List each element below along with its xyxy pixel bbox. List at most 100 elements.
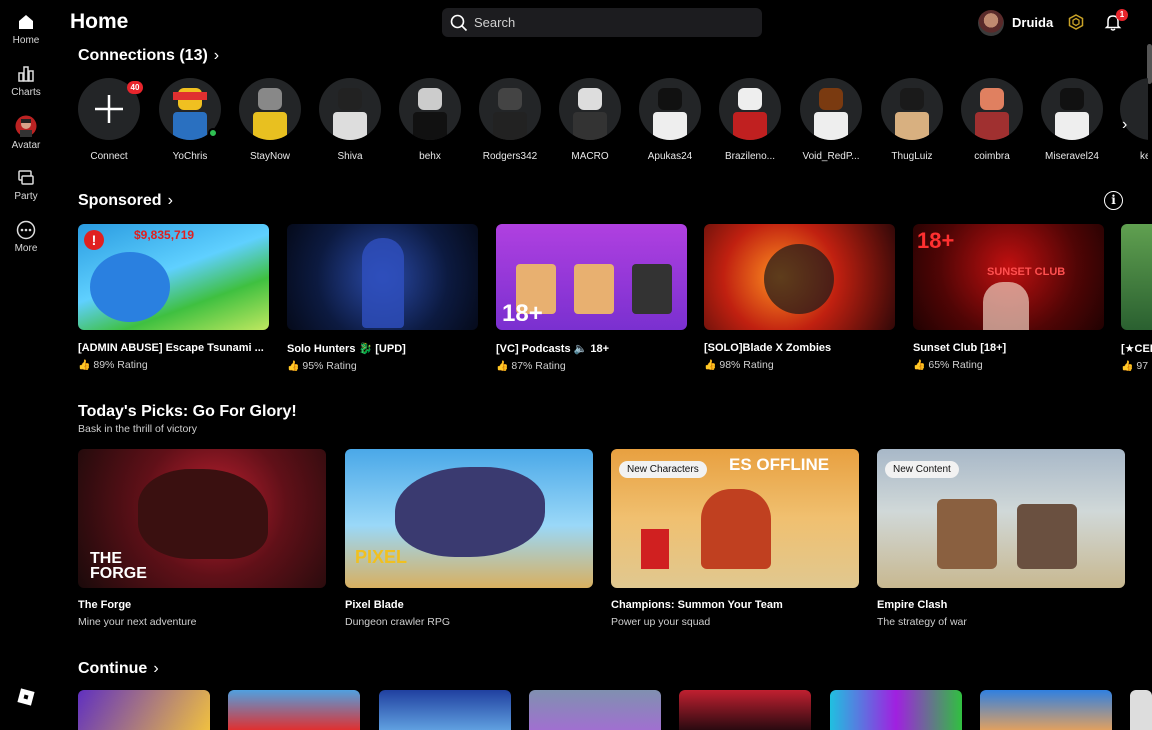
game-title: The Forge <box>78 599 132 611</box>
game-rating-value: 98% Rating <box>719 359 774 371</box>
connection-name: ke <box>1140 151 1148 162</box>
game-rating-value: 89% Rating <box>93 359 148 371</box>
game-title: Champions: Summon Your Team <box>611 599 783 611</box>
picks-subtitle: Bask in the thrill of victory <box>78 423 198 435</box>
game-title: [ADMIN ABUSE] Escape Tsunami ... <box>78 342 264 354</box>
game-overlay-text: 18+ <box>917 228 955 253</box>
connection-item[interactable]: StayNow <box>238 78 302 162</box>
connection-item[interactable]: behx <box>398 78 462 162</box>
continue-thumbnail[interactable] <box>529 690 661 730</box>
connection-item[interactable]: ThugLuiz <box>880 78 944 162</box>
game-title: [VC] Podcasts 🔈 18+ <box>496 343 610 355</box>
avatar-icon <box>15 115 37 137</box>
nav-more[interactable]: More <box>0 220 52 254</box>
page-title: Home <box>70 10 129 33</box>
connection-avatar <box>479 78 541 140</box>
game-card[interactable]: THE FORGE The Forge Mine your next adven… <box>78 449 326 628</box>
search-icon <box>450 14 468 32</box>
sidebar: Home Charts Avatar Party More <box>0 0 52 720</box>
game-card[interactable]: [★CEI 👍 97 <box>1121 224 1152 372</box>
continue-thumbnail[interactable] <box>679 690 811 730</box>
connection-item[interactable]: MACRO <box>558 78 622 162</box>
thumbs-up-icon: 👍 <box>913 360 926 371</box>
info-icon[interactable]: i <box>1104 191 1123 210</box>
connection-item[interactable]: Shiva <box>318 78 382 162</box>
game-thumbnail <box>287 224 478 330</box>
nav-avatar[interactable]: Avatar <box>0 115 52 151</box>
roblox-logo-icon[interactable] <box>17 688 35 711</box>
connection-avatar <box>319 78 381 140</box>
connection-name: StayNow <box>249 151 290 162</box>
nav-party-label: Party <box>14 191 38 202</box>
continue-thumbnail[interactable] <box>830 690 962 730</box>
nav-party[interactable]: Party <box>0 168 52 202</box>
robux-icon[interactable] <box>1068 14 1084 35</box>
chevron-right-icon: › <box>153 660 159 677</box>
more-icon <box>16 220 36 240</box>
connection-item[interactable]: coimbra <box>960 78 1024 162</box>
search-box[interactable] <box>442 8 762 37</box>
connection-item[interactable]: Apukas24 <box>638 78 702 162</box>
chevron-right-icon: › <box>167 192 173 209</box>
connection-name: Shiva <box>337 151 363 162</box>
username[interactable]: Druida <box>1012 15 1053 30</box>
nav-home[interactable]: Home <box>0 12 52 46</box>
nav-charts[interactable]: Charts <box>0 64 52 98</box>
game-thumbnail: 18+ <box>496 224 687 330</box>
game-card[interactable]: New Content Empire Clash The strategy of… <box>877 449 1125 628</box>
game-rating-value: 87% Rating <box>511 360 566 372</box>
sponsored-header[interactable]: Sponsored › <box>78 192 173 210</box>
game-title: Solo Hunters 🐉 [UPD] <box>287 343 406 355</box>
connection-item[interactable]: YoChris <box>158 78 222 162</box>
continue-thumbnail[interactable] <box>228 690 360 730</box>
connection-name: Rodgers342 <box>482 151 538 162</box>
connection-avatar <box>1041 78 1103 140</box>
connection-avatar <box>639 78 701 140</box>
game-thumbnail: ES OFFLINE New Characters <box>611 449 859 588</box>
sponsored-title: Sponsored <box>78 192 162 209</box>
game-title: Pixel Blade <box>345 599 404 611</box>
game-card[interactable]: ES OFFLINE New Characters Champions: Sum… <box>611 449 859 628</box>
game-overlay-text-2: SUNSET CLUB <box>987 266 1066 278</box>
continue-thumbnail[interactable] <box>78 690 210 730</box>
game-rating-value: 97 <box>1136 360 1149 372</box>
connection-item[interactable]: Miseravel24 <box>1040 78 1104 162</box>
home-icon <box>19 15 33 29</box>
game-rating: 👍 98% Rating <box>704 359 895 371</box>
game-title: Empire Clash <box>877 599 948 611</box>
game-card[interactable]: 18+ [VC] Podcasts 🔈 18+ 👍 87% Rating <box>496 224 687 372</box>
game-card[interactable]: PIXEL Pixel Blade Dungeon crawler RPG <box>345 449 593 628</box>
chevron-right-icon[interactable]: › <box>1122 116 1127 134</box>
continue-thumbnail[interactable] <box>980 690 1112 730</box>
top-bar: Home Druida 1 <box>52 0 1152 44</box>
game-overlay-text: PIXEL <box>355 547 408 567</box>
connection-avatar <box>800 78 862 140</box>
game-card[interactable]: 18+ SUNSET CLUB Sunset Club [18+] 👍 65% … <box>913 224 1104 371</box>
game-title: [SOLO]Blade X Zombies <box>704 342 832 354</box>
connect-badge: 40 <box>127 81 143 94</box>
connection-name: Void_RedP... <box>802 151 860 162</box>
game-subtitle: Mine your next adventure <box>78 616 197 628</box>
continue-title: Continue <box>78 660 148 677</box>
game-subtitle: Power up your squad <box>611 616 711 628</box>
connection-item[interactable]: Void_RedP... <box>799 78 863 162</box>
game-title: Sunset Club [18+] <box>913 342 1007 354</box>
game-subtitle: The strategy of war <box>877 616 967 628</box>
connections-header[interactable]: Connections (13) › <box>78 47 219 65</box>
game-thumbnail <box>1121 224 1152 330</box>
continue-thumbnail[interactable] <box>379 690 511 730</box>
user-avatar[interactable] <box>978 10 1004 36</box>
continue-header[interactable]: Continue › <box>78 660 159 678</box>
game-card[interactable]: $9,835,719 ! [ADMIN ABUSE] Escape Tsunam… <box>78 224 269 371</box>
connection-item[interactable]: Brazileno... <box>718 78 782 162</box>
connection-avatar <box>719 78 781 140</box>
game-overlay-text: ES OFFLINE <box>729 455 830 474</box>
thumbs-up-icon: 👍 <box>1121 361 1134 372</box>
game-card[interactable]: [SOLO]Blade X Zombies 👍 98% Rating <box>704 224 895 371</box>
connection-avatar <box>961 78 1023 140</box>
search-input[interactable] <box>474 12 754 33</box>
continue-thumbnail[interactable] <box>1130 690 1152 730</box>
connection-item[interactable]: Rodgers342 <box>478 78 542 162</box>
game-card[interactable]: Solo Hunters 🐉 [UPD] 👍 95% Rating <box>287 224 478 372</box>
game-rating: 👍 65% Rating <box>913 359 1104 371</box>
